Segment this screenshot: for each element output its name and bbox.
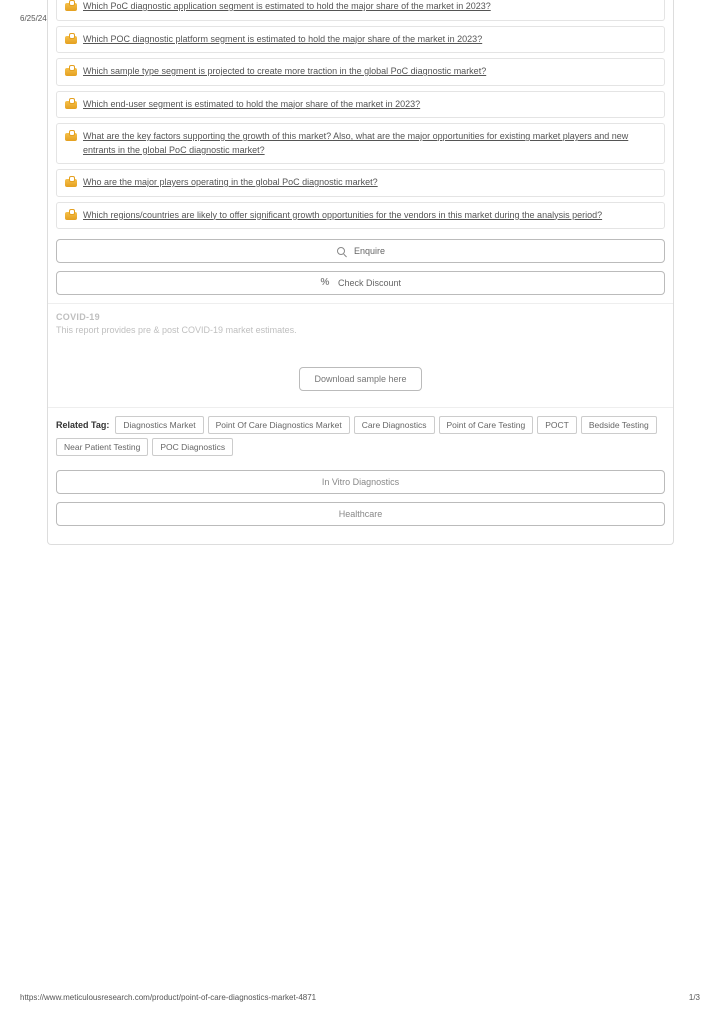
footer-url: https://www.meticulousresearch.com/produ… <box>20 993 316 1002</box>
faq-item[interactable]: Which PoC diagnostic application segment… <box>56 0 665 21</box>
pointer-icon <box>65 66 77 76</box>
faq-list: Which PoC diagnostic application segment… <box>48 0 673 229</box>
related-tags-label: Related Tag: <box>56 420 109 430</box>
enquire-button[interactable]: Enquire <box>56 239 665 263</box>
main-card: Which PoC diagnostic application segment… <box>47 0 674 545</box>
faq-item[interactable]: Who are the major players operating in t… <box>56 169 665 197</box>
tag-link[interactable]: Near Patient Testing <box>56 438 148 456</box>
tag-link[interactable]: Care Diagnostics <box>354 416 435 434</box>
related-tags-row: Related Tag: Diagnostics Market Point Of… <box>48 407 673 464</box>
faq-item[interactable]: What are the key factors supporting the … <box>56 123 665 164</box>
pointer-icon <box>65 99 77 109</box>
faq-link[interactable]: What are the key factors supporting the … <box>83 130 656 157</box>
percent-icon: % <box>320 278 330 288</box>
discount-label: Check Discount <box>338 278 401 288</box>
faq-item[interactable]: Which regions/countries are likely to of… <box>56 202 665 230</box>
tag-link[interactable]: Diagnostics Market <box>115 416 203 434</box>
pointer-icon <box>65 210 77 220</box>
pointer-icon <box>65 131 77 141</box>
faq-link[interactable]: Who are the major players operating in t… <box>83 176 378 190</box>
tag-link[interactable]: Point Of Care Diagnostics Market <box>208 416 350 434</box>
download-sample-button[interactable]: Download sample here <box>299 367 421 391</box>
faq-link[interactable]: Which sample type segment is projected t… <box>83 65 486 79</box>
faq-item[interactable]: Which sample type segment is projected t… <box>56 58 665 86</box>
print-footer: https://www.meticulousresearch.com/produ… <box>20 993 700 1002</box>
covid-title: COVID-19 <box>56 312 665 322</box>
pointer-icon <box>65 177 77 187</box>
category-row: In Vitro Diagnostics Healthcare <box>48 464 673 534</box>
covid-description: This report provides pre & post COVID-19… <box>56 325 665 335</box>
category-button[interactable]: In Vitro Diagnostics <box>56 470 665 494</box>
download-wrap: Download sample here <box>48 367 673 391</box>
category-button[interactable]: Healthcare <box>56 502 665 526</box>
faq-item[interactable]: Which POC diagnostic platform segment is… <box>56 26 665 54</box>
action-row: Enquire % Check Discount <box>48 239 673 295</box>
faq-item[interactable]: Which end-user segment is estimated to h… <box>56 91 665 119</box>
covid-section: COVID-19 This report provides pre & post… <box>48 303 673 341</box>
pointer-icon <box>65 1 77 11</box>
pointer-icon <box>65 34 77 44</box>
tag-link[interactable]: Point of Care Testing <box>439 416 534 434</box>
search-icon <box>336 246 346 256</box>
footer-page: 1/3 <box>689 993 700 1002</box>
tag-link[interactable]: Bedside Testing <box>581 416 657 434</box>
faq-link[interactable]: Which POC diagnostic platform segment is… <box>83 33 482 47</box>
tag-link[interactable]: POCT <box>537 416 577 434</box>
enquire-label: Enquire <box>354 246 385 256</box>
tag-link[interactable]: POC Diagnostics <box>152 438 233 456</box>
check-discount-button[interactable]: % Check Discount <box>56 271 665 295</box>
faq-link[interactable]: Which end-user segment is estimated to h… <box>83 98 420 112</box>
faq-link[interactable]: Which PoC diagnostic application segment… <box>83 0 491 14</box>
faq-link[interactable]: Which regions/countries are likely to of… <box>83 209 602 223</box>
